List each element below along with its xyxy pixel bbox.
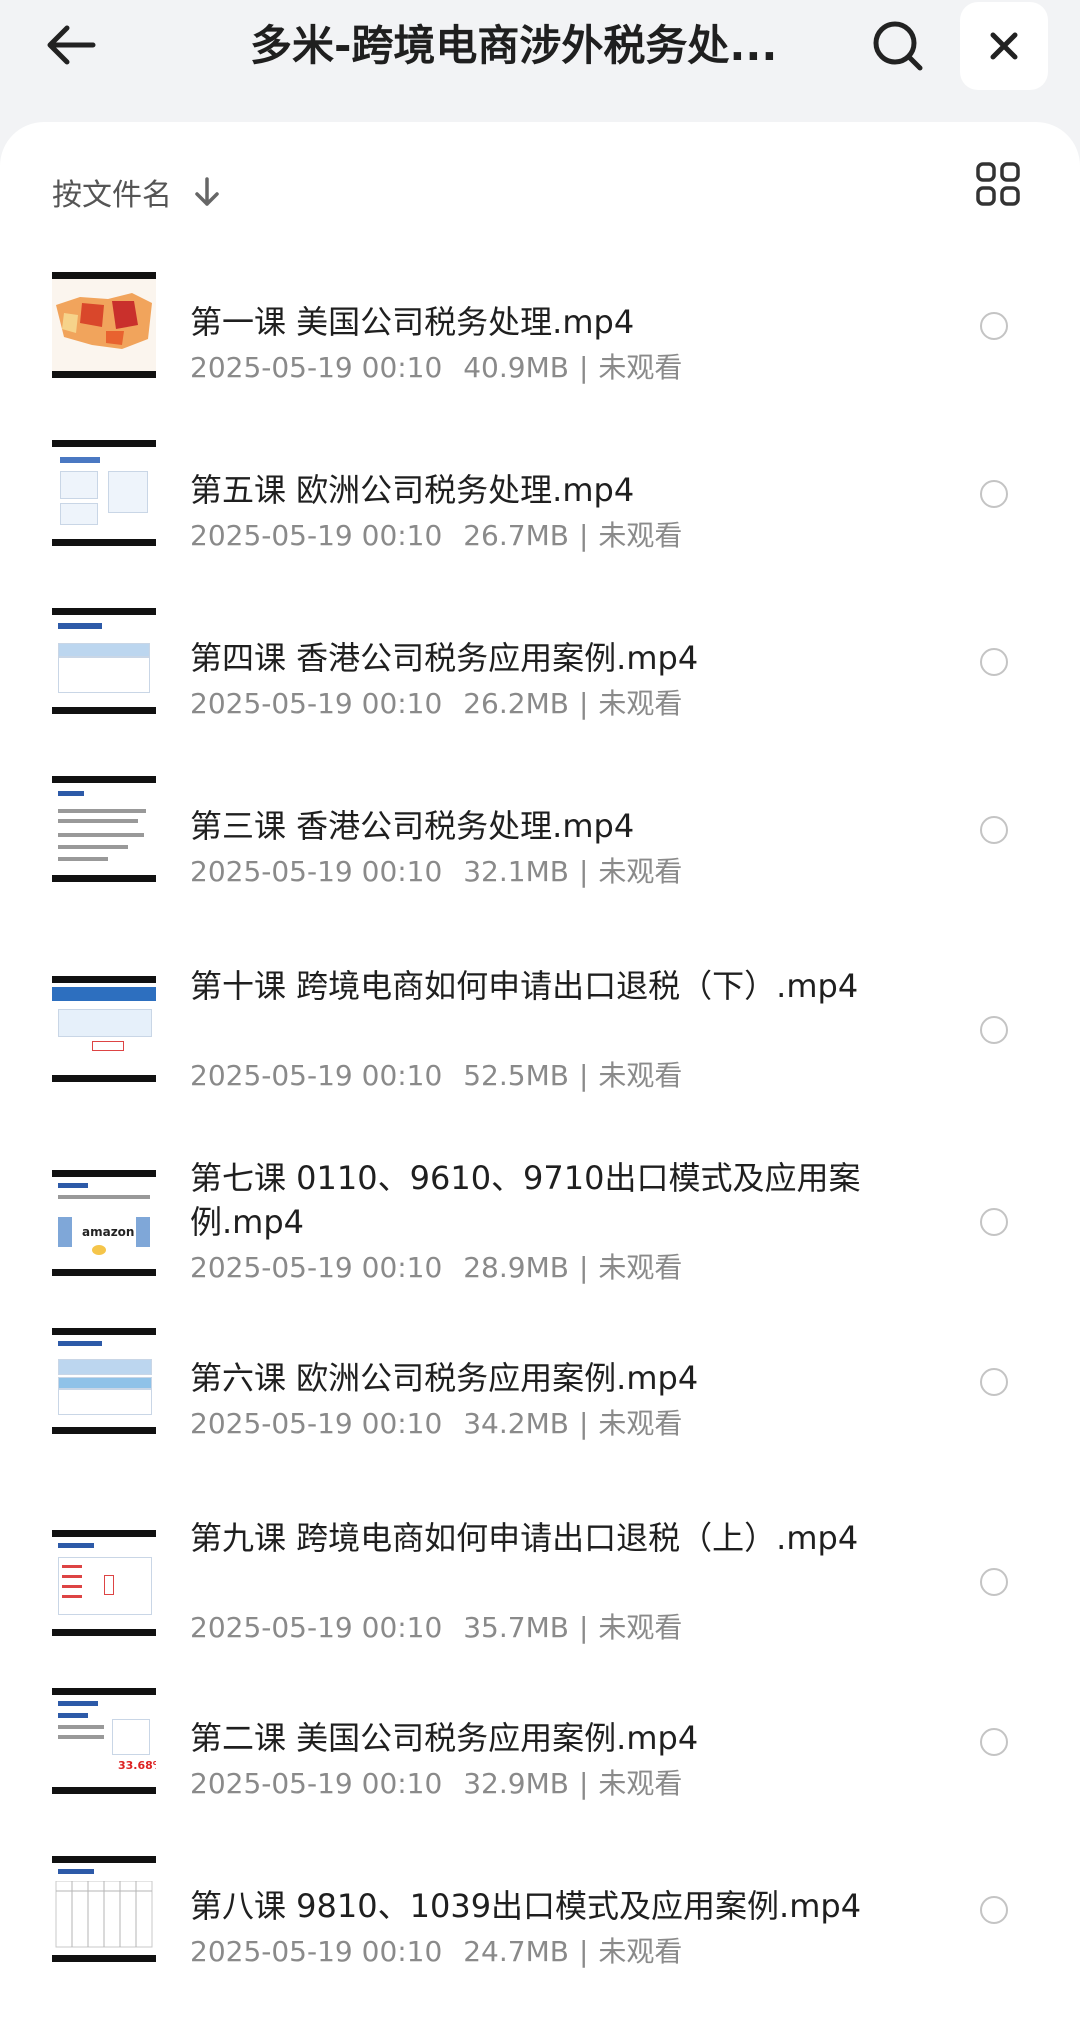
watch-status: 未观看 xyxy=(598,351,683,384)
select-radio[interactable] xyxy=(980,1728,1008,1756)
file-size: 35.7MB xyxy=(463,1611,569,1644)
watch-status: 未观看 xyxy=(598,1767,683,1800)
file-date: 2025-05-19 00:10 xyxy=(190,1407,443,1440)
select-radio[interactable] xyxy=(980,816,1008,844)
file-meta: 2025-05-19 00:10 52.5MB | 未观看 xyxy=(190,1059,683,1092)
file-meta: 2025-05-19 00:10 26.2MB | 未观看 xyxy=(190,687,683,720)
sort-control[interactable]: 按文件名 xyxy=(52,162,222,222)
video-thumbnail xyxy=(52,272,156,378)
file-meta: 2025-05-19 00:10 24.7MB | 未观看 xyxy=(190,1935,683,1968)
file-size: 26.2MB xyxy=(463,687,569,720)
file-meta: 2025-05-19 00:10 26.7MB | 未观看 xyxy=(190,519,683,552)
file-meta: 2025-05-19 00:10 32.9MB | 未观看 xyxy=(190,1767,683,1800)
select-radio[interactable] xyxy=(980,312,1008,340)
video-thumbnail: amazon xyxy=(52,1170,156,1276)
file-size: 32.9MB xyxy=(463,1767,569,1800)
file-name: 第三课 香港公司税务处理.mp4 xyxy=(190,807,635,845)
file-meta: 2025-05-19 00:10 35.7MB | 未观看 xyxy=(190,1611,683,1644)
search-button[interactable] xyxy=(866,14,930,78)
select-radio[interactable] xyxy=(980,648,1008,676)
file-date: 2025-05-19 00:10 xyxy=(190,1935,443,1968)
file-size: 24.7MB xyxy=(463,1935,569,1968)
file-date: 2025-05-19 00:10 xyxy=(190,1251,443,1284)
file-meta: 2025-05-19 00:10 34.2MB | 未观看 xyxy=(190,1407,683,1440)
watch-status: 未观看 xyxy=(598,1407,683,1440)
file-name: 第九课 跨境电商如何申请出口退税（上）.mp4 xyxy=(190,1519,859,1557)
page-title: 多米-跨境电商涉外税务处... xyxy=(250,21,778,70)
file-date: 2025-05-19 00:10 xyxy=(190,351,443,384)
file-list-panel: 按文件名 第一课 美国公司税务处理.mp4 2025-05-19 00:10 4… xyxy=(0,122,1080,2022)
select-radio[interactable] xyxy=(980,1208,1008,1236)
file-date: 2025-05-19 00:10 xyxy=(190,1059,443,1092)
video-thumbnail xyxy=(52,776,156,882)
file-name: 第八课 9810、1039出口模式及应用案例.mp4 xyxy=(190,1887,862,1925)
file-date: 2025-05-19 00:10 xyxy=(190,1611,443,1644)
file-size: 32.1MB xyxy=(463,855,569,888)
file-size: 52.5MB xyxy=(463,1059,569,1092)
file-meta: 2025-05-19 00:10 40.9MB | 未观看 xyxy=(190,351,683,384)
top-bar: 多米-跨境电商涉外税务处... xyxy=(0,0,1080,130)
file-size: 40.9MB xyxy=(463,351,569,384)
close-button[interactable] xyxy=(960,2,1048,90)
watch-status: 未观看 xyxy=(598,1251,683,1284)
watch-status: 未观看 xyxy=(598,519,683,552)
search-icon xyxy=(873,21,923,71)
select-radio[interactable] xyxy=(980,1368,1008,1396)
file-name: 第二课 美国公司税务应用案例.mp4 xyxy=(190,1719,699,1757)
file-name: 第四课 香港公司税务应用案例.mp4 xyxy=(190,639,699,677)
watch-status: 未观看 xyxy=(598,855,683,888)
sort-label: 按文件名 xyxy=(52,178,172,213)
file-name: 第十课 跨境电商如何申请出口退税（下）.mp4 xyxy=(190,967,859,1005)
watch-status: 未观看 xyxy=(598,1935,683,1968)
video-thumbnail xyxy=(52,1856,156,1962)
watch-status: 未观看 xyxy=(598,1059,683,1092)
file-size: 34.2MB xyxy=(463,1407,569,1440)
arrow-left-icon xyxy=(47,25,96,65)
video-thumbnail xyxy=(52,1328,156,1434)
file-name: 第一课 美国公司税务处理.mp4 xyxy=(190,303,635,341)
watch-status: 未观看 xyxy=(598,1611,683,1644)
video-thumbnail xyxy=(52,1530,156,1636)
arrow-down-icon xyxy=(192,174,222,210)
file-name: 第六课 欧洲公司税务应用案例.mp4 xyxy=(190,1359,699,1397)
select-radio[interactable] xyxy=(980,1568,1008,1596)
select-radio[interactable] xyxy=(980,1016,1008,1044)
watch-status: 未观看 xyxy=(598,687,683,720)
video-thumbnail: 33.68% xyxy=(52,1688,156,1794)
video-thumbnail xyxy=(52,608,156,714)
file-meta: 2025-05-19 00:10 28.9MB | 未观看 xyxy=(190,1251,683,1284)
select-radio[interactable] xyxy=(980,480,1008,508)
file-meta: 2025-05-19 00:10 32.1MB | 未观看 xyxy=(190,855,683,888)
file-date: 2025-05-19 00:10 xyxy=(190,687,443,720)
video-thumbnail xyxy=(52,440,156,546)
select-radio[interactable] xyxy=(980,1896,1008,1924)
grid-view-button[interactable] xyxy=(976,162,1026,212)
file-size: 28.9MB xyxy=(463,1251,569,1284)
file-size: 26.7MB xyxy=(463,519,569,552)
file-date: 2025-05-19 00:10 xyxy=(190,855,443,888)
close-icon xyxy=(990,32,1018,60)
file-name: 第五课 欧洲公司税务处理.mp4 xyxy=(190,471,635,509)
back-button[interactable] xyxy=(38,18,104,72)
video-thumbnail xyxy=(52,976,156,1082)
file-name: 第七课 0110、9610、9710出口模式及应用案例.mp4 xyxy=(190,1159,861,1241)
file-date: 2025-05-19 00:10 xyxy=(190,1767,443,1800)
grid-view-icon xyxy=(976,162,1020,206)
file-date: 2025-05-19 00:10 xyxy=(190,519,443,552)
